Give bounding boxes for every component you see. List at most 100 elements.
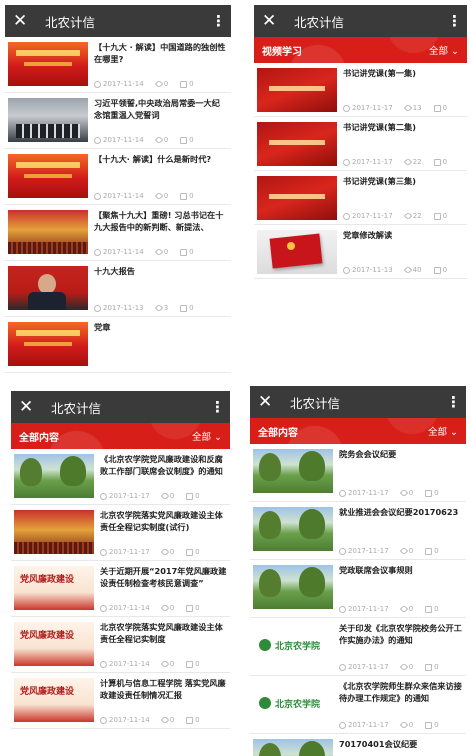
- filter-dropdown[interactable]: 全部 ⌄: [192, 429, 222, 443]
- app-title: 北农计信: [51, 400, 102, 416]
- article-list-item[interactable]: 书记讲党课(第一集) 2017-11-17 13 0: [254, 63, 467, 117]
- article-thumbnail: [257, 230, 337, 274]
- view-count: 0: [163, 192, 169, 200]
- article-list-item[interactable]: 十九大报告 2017-11-13 3 0: [5, 261, 231, 317]
- article-meta: 2017-11-14 0 0: [94, 247, 194, 257]
- article-list-item[interactable]: 党风廉政建设 关于近期开展“2017年党风廉政建设责任制检查考核民意调查” 2017…: [11, 561, 230, 617]
- article-list-item[interactable]: 北京农学院 关于印发《北京农学院校务公开工作实施办法》的通知 2017-11-17 0…: [250, 618, 466, 676]
- article-title: 70170401会议纪要: [339, 739, 418, 749]
- article-thumbnail: [8, 98, 88, 142]
- more-vertical-icon[interactable]: ⋮: [447, 5, 462, 37]
- article-meta: 2017-11-14 0 0: [94, 135, 194, 145]
- article-thumbnail: [253, 449, 333, 493]
- article-date: 2017-11-17: [109, 492, 150, 500]
- article-title: 《北京农学院师生群众来信来访接待办理工作规定》的通知: [339, 681, 462, 703]
- article-list-item[interactable]: 党章: [5, 317, 231, 373]
- article-title: 【十九大· 解读】什么是新时代?: [94, 154, 212, 164]
- clock-icon: [100, 548, 107, 556]
- comment-icon: [180, 248, 188, 256]
- filter-dropdown[interactable]: 全部 ⌄: [428, 424, 458, 438]
- article-list-item[interactable]: 【聚焦十九大】重磅! 习总书记在十九大报告中的新判断、新提法、 2017-11-1…: [5, 205, 231, 261]
- article-list-item[interactable]: 【十九大· 解读】什么是新时代? 2017-11-14 0 0: [5, 149, 231, 205]
- comment-icon: [180, 192, 188, 200]
- filter-dropdown[interactable]: 全部 ⌄: [429, 43, 459, 57]
- article-meta: 2017-11-17 22 0: [343, 211, 447, 221]
- article-title: 党章: [94, 322, 111, 332]
- article-title: 习近平领誓,中央政治局常委一大纪念馆重温入党誓词: [94, 98, 220, 120]
- article-info: 北京农学院落实党风廉政建设主体责任全程记实制度 2017-11-14 0 0: [94, 617, 227, 672]
- thumbnail-caption: 党风廉政建设: [20, 631, 75, 641]
- eye-icon: [399, 720, 408, 730]
- article-list-item[interactable]: 70170401会议纪要: [250, 734, 466, 756]
- eye-icon: [154, 303, 163, 313]
- more-vertical-icon[interactable]: ⋮: [446, 386, 461, 418]
- eye-icon: [154, 79, 163, 89]
- article-meta: 2017-11-13 3 0: [94, 303, 194, 313]
- article-list-item[interactable]: 【十九大 · 解读】中国道路的独创性在哪里? 2017-11-14 0 0: [5, 37, 231, 93]
- clock-icon: [94, 304, 101, 312]
- article-list-item[interactable]: 党风廉政建设 北京农学院落实党风廉政建设主体责任全程记实制度 2017-11-14 0…: [11, 617, 230, 673]
- comment-count: 0: [195, 548, 200, 556]
- article-list-item[interactable]: 党章修改解读 2017-11-13 40 0: [254, 225, 467, 279]
- article-title: 北京农学院落实党风廉政建设主体责任全程记实制度(试行): [100, 510, 223, 532]
- article-date: 2017-11-14: [103, 248, 144, 256]
- article-list-item[interactable]: 书记讲党课(第二集) 2017-11-17 22 0: [254, 117, 467, 171]
- article-list-item[interactable]: 习近平领誓,中央政治局常委一大纪念馆重温入党誓词 2017-11-14 0 0: [5, 93, 231, 149]
- article-thumbnail: [8, 42, 88, 86]
- article-list-item[interactable]: 院务会会议纪要 2017-11-17 0 0: [250, 444, 466, 502]
- comment-icon: [180, 136, 188, 144]
- article-date: 2017-11-14: [109, 660, 150, 668]
- article-thumbnail: [253, 739, 333, 756]
- more-vertical-icon[interactable]: ⋮: [211, 5, 226, 37]
- section-header: 全部内容 全部 ⌄: [11, 423, 230, 449]
- article-list-item[interactable]: 书记讲党课(第三集) 2017-11-17 22 0: [254, 171, 467, 225]
- comment-icon: [433, 266, 441, 274]
- article-thumbnail: 党风廉政建设: [14, 678, 94, 722]
- close-icon[interactable]: ✕: [258, 386, 278, 418]
- clock-icon: [339, 663, 346, 671]
- more-vertical-icon[interactable]: ⋮: [210, 391, 225, 423]
- article-list-item[interactable]: 党风廉政建设 计算机与信息工程学院 落实党风廉政建设责任制情况汇报 2017-11-…: [11, 673, 230, 729]
- phone-screen-1: ✕ 北农计信 ⋮ 【十九大 · 解读】中国道路的独创性在哪里? 2017-11-14 0 0…: [5, 5, 231, 377]
- article-title: 【聚焦十九大】重磅! 习总书记在十九大报告中的新判断、新提法、: [94, 210, 224, 232]
- article-list-item[interactable]: 《北京农学院党风廉政建设和反腐败工作部门联席会议制度》的通知 2017-11-17…: [11, 449, 230, 505]
- close-icon[interactable]: ✕: [19, 391, 39, 423]
- article-info: 书记讲党课(第二集) 2017-11-17 22 0: [337, 117, 464, 170]
- article-list-item[interactable]: 北京农学院落实党风廉政建设主体责任全程记实制度(试行) 2017-11-17 0 0: [11, 505, 230, 561]
- article-thumbnail: [253, 507, 333, 551]
- eye-icon: [160, 547, 169, 557]
- view-count: 0: [163, 248, 169, 256]
- clock-icon: [100, 604, 107, 612]
- clock-icon: [339, 721, 346, 729]
- article-thumbnail: [14, 454, 94, 498]
- article-meta: 2017-11-17 0 0: [339, 720, 439, 730]
- article-thumbnail: [8, 154, 88, 198]
- close-icon[interactable]: ✕: [13, 5, 33, 37]
- clock-icon: [339, 547, 346, 555]
- article-list-item[interactable]: 就业推进会会议纪要20170623 2017-11-17 0 0: [250, 502, 466, 560]
- article-title: 书记讲党课(第一集): [343, 68, 416, 78]
- clock-icon: [100, 716, 107, 724]
- close-icon[interactable]: ✕: [262, 5, 282, 37]
- clock-icon: [100, 492, 107, 500]
- article-meta: 2017-11-14 0 0: [94, 191, 194, 201]
- article-list-item[interactable]: 党政联席会议事规则 2017-11-17 0 0: [250, 560, 466, 618]
- comment-icon: [433, 212, 441, 220]
- comment-count: 0: [434, 663, 439, 671]
- article-list-item[interactable]: 北京农学院 《北京农学院师生群众来信来访接待办理工作规定》的通知 2017-11-1…: [250, 676, 466, 734]
- article-date: 2017-11-13: [352, 266, 393, 274]
- article-info: 《北京农学院师生群众来信来访接待办理工作规定》的通知 2017-11-17 0 0: [333, 676, 463, 733]
- article-thumbnail: 北京农学院: [253, 681, 333, 725]
- comment-count: 0: [195, 492, 200, 500]
- article-thumbnail: 党风廉政建设: [14, 622, 94, 666]
- article-date: 2017-11-17: [352, 104, 393, 112]
- comment-count: 0: [189, 136, 194, 144]
- section-title: 视频学习: [262, 46, 302, 58]
- article-date: 2017-11-17: [352, 212, 393, 220]
- clock-icon: [343, 212, 350, 220]
- clock-icon: [343, 266, 350, 274]
- school-logo-text: 北京农学院: [275, 699, 321, 710]
- eye-icon: [154, 247, 163, 257]
- eye-icon: [403, 265, 412, 275]
- thumbnail-caption: 党风廉政建设: [20, 575, 75, 585]
